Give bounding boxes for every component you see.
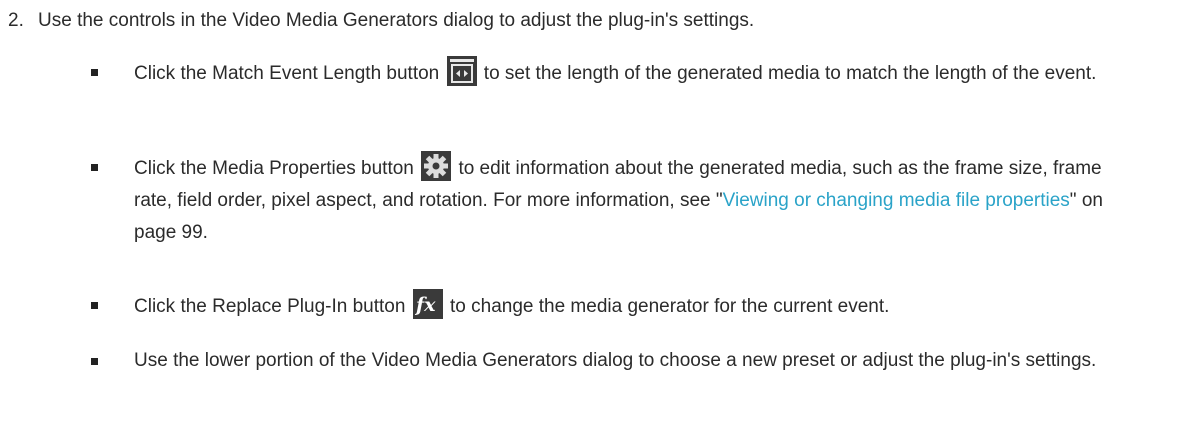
step-text: Use the controls in the Video Media Gene… xyxy=(38,10,755,31)
bullet-text: Click the Media Properties button to edi… xyxy=(134,151,1144,249)
gear-icon xyxy=(421,151,452,181)
bullet-marker xyxy=(91,164,98,171)
bullet-text: Click the Match Event Length button to s… xyxy=(134,56,1144,90)
bullet-text-before: Click the Match Event Length button xyxy=(134,63,440,84)
bullet-marker xyxy=(91,302,98,309)
fx-icon: fx xyxy=(412,289,443,319)
viewing-media-properties-link[interactable]: Viewing or changing media file propertie… xyxy=(723,190,1070,211)
bullet-text-before: Click the Replace Plug-In button xyxy=(134,296,406,317)
match-event-length-icon xyxy=(446,56,477,86)
bullet-marker xyxy=(91,358,98,365)
svg-text:fx: fx xyxy=(414,294,436,316)
step-number: 2. xyxy=(8,10,24,31)
bullet-text-after: to set the length of the generated media… xyxy=(483,63,1097,84)
step-2: 2. Use the controls in the Video Media Ge… xyxy=(8,5,1178,37)
bullet-text-before: Click the Media Properties button xyxy=(134,158,414,179)
bullet-text: Click the Replace Plug-In button fx to c… xyxy=(134,289,1144,323)
bullet-text: Use the lower portion of the Video Media… xyxy=(134,350,1097,371)
bullet-text-after: to change the media generator for the cu… xyxy=(450,296,890,317)
bullet-marker xyxy=(91,69,98,76)
